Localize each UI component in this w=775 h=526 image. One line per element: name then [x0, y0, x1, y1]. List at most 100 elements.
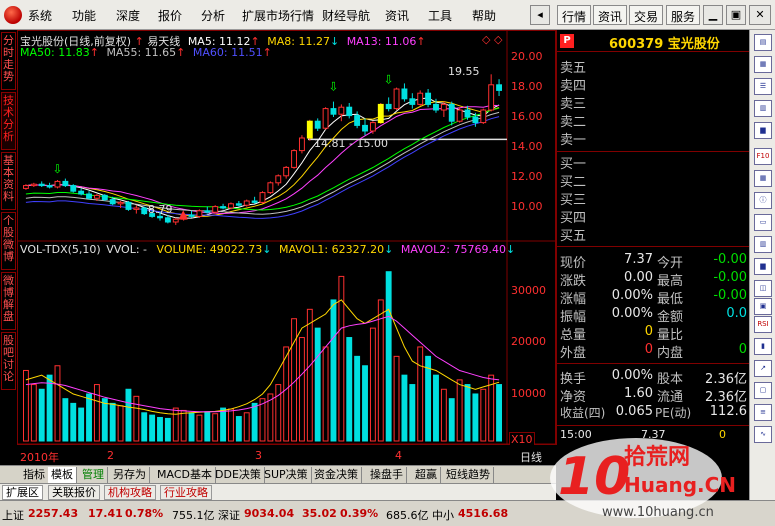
tab-save-as[interactable]: 另存为 [110, 467, 150, 483]
btn-trade[interactable]: 交易 [629, 5, 664, 25]
stat-label: 流通 [657, 390, 684, 405]
tab-indicator[interactable]: 指标 [20, 467, 49, 483]
info-icon[interactable]: ⓘ [754, 192, 772, 209]
menu-depth[interactable]: 深度 [116, 7, 140, 24]
columns-icon[interactable]: ▥ [754, 236, 772, 253]
candle-body [164, 217, 171, 223]
list-icon[interactable]: ☰ [754, 78, 772, 95]
tab-forum[interactable]: 股吧讨论 [1, 332, 16, 390]
stat-value: 0.065 [615, 404, 653, 419]
menu-icon[interactable]: ≡ [754, 404, 772, 421]
box-icon[interactable]: ▢ [754, 382, 772, 399]
stat-label: 量比 [657, 328, 684, 343]
stat-value: 1.60 [624, 386, 653, 401]
scroll-left-icon[interactable]: ◂ [530, 5, 550, 25]
tab-fundamentals[interactable]: 基本资料 [1, 152, 16, 210]
candle-icon[interactable]: ▮ [754, 338, 772, 355]
menu-system[interactable]: 系统 [28, 7, 52, 24]
x-label-month: 2 [107, 449, 114, 462]
kline-chart-panel[interactable]: 宝光股份(日线,前复权) ↑ 易天线 MA5: 11.12↑ MA8: 11.2… [17, 30, 556, 447]
close-icon[interactable]: ✕ [749, 5, 771, 25]
low-price-label: 8.79 [148, 203, 173, 216]
candle-body [220, 206, 227, 209]
tab-dde[interactable]: DDE决策 [212, 467, 265, 483]
ask-row: 卖五 [560, 61, 587, 76]
grid-icon[interactable]: ▦ [754, 56, 772, 73]
menu-quote[interactable]: 报价 [158, 7, 182, 24]
tab-related-quote[interactable]: 关联报价 [48, 485, 100, 500]
tab-weibo-analysis[interactable]: 微博解盘 [1, 272, 16, 330]
volume-bar [54, 365, 61, 442]
tab-stock-weibo[interactable]: 个股微博 [1, 212, 16, 270]
candle-body [133, 207, 140, 210]
tab-intraday[interactable]: 分时走势 [1, 32, 16, 90]
volume-bar [322, 346, 329, 442]
volume-bar [220, 407, 227, 442]
tab-industry-strategy[interactable]: 行业攻略 [160, 485, 212, 500]
tab-short-trend[interactable]: 短线趋势 [443, 467, 494, 483]
tab-capital[interactable]: 资金决策 [311, 467, 362, 483]
volume-bar [496, 384, 503, 442]
sz-label: 深证 [218, 509, 240, 522]
f10-icon[interactable]: F10 [754, 148, 772, 165]
volume-bar [70, 402, 77, 442]
btn-news[interactable]: 资讯 [593, 5, 628, 25]
candle-body [488, 84, 495, 111]
sz-change: 35.02 [302, 507, 337, 520]
tab-institution-strategy[interactable]: 机构攻略 [104, 485, 156, 500]
tab-chaoying[interactable]: 超赢 [412, 467, 441, 483]
stat-label: 总量 [560, 328, 587, 343]
tab-sup[interactable]: SUP决策 [261, 467, 312, 483]
volume-bar [157, 416, 163, 442]
minimize-icon[interactable]: ▁ [703, 5, 723, 25]
maximize-icon[interactable]: ▣ [726, 5, 746, 25]
candle-body [464, 109, 471, 118]
volume-bar [133, 395, 140, 442]
window-icon[interactable]: ▭ [754, 214, 772, 231]
menu-tools[interactable]: 工具 [428, 7, 452, 24]
bid-row: 买四 [560, 211, 587, 226]
volume-bar [417, 346, 424, 442]
tab-template[interactable]: 模板 [48, 467, 77, 483]
volume-bar [456, 379, 463, 442]
tab-extension[interactable]: 扩展区 [2, 485, 43, 500]
menu-finance-nav[interactable]: 财经导航 [322, 7, 370, 24]
trend-icon[interactable]: ↗ [754, 360, 772, 377]
period-label[interactable]: 日线 [520, 449, 542, 465]
menu-help[interactable]: 帮助 [472, 7, 496, 24]
candle-body [93, 194, 100, 199]
volume-bar [369, 327, 376, 442]
volume-bar [401, 374, 408, 442]
stat-value: -0.00 [713, 288, 747, 303]
menu-extended-market[interactable]: 扩展市场行情 [242, 7, 314, 24]
rsi-icon[interactable]: RSI [754, 316, 772, 333]
volume-bar [464, 384, 471, 442]
ask-row: 卖三 [560, 97, 587, 112]
dock-icon[interactable]: ▤ [754, 34, 772, 51]
stock-code-name: 600379 宝光股份 [609, 37, 720, 52]
btn-service[interactable]: 服务 [666, 5, 701, 25]
candle-body [251, 200, 258, 203]
split-icon[interactable]: ◫ [754, 280, 772, 297]
menu-analysis[interactable]: 分析 [201, 7, 225, 24]
btn-quote[interactable]: 行情 [557, 5, 592, 25]
menu-function[interactable]: 功能 [72, 7, 96, 24]
bar-chart-icon[interactable]: ▆ [754, 122, 772, 139]
bars-icon[interactable]: ▆ [754, 258, 772, 275]
candle-body [212, 206, 219, 213]
tab-macd[interactable]: MACD基本 [154, 467, 216, 483]
ask-row: 卖二 [560, 115, 587, 130]
tab-manage[interactable]: 管理 [79, 467, 108, 483]
layout-icon[interactable]: ▣ [754, 298, 772, 315]
table-icon[interactable]: ▦ [754, 170, 772, 187]
sh-change: 17.41 [88, 507, 123, 520]
stat-label: 现价 [560, 256, 587, 271]
tab-trader[interactable]: 操盘手 [367, 467, 407, 483]
tab-technical[interactable]: 技术分析 [1, 92, 16, 150]
menu-bar: 系统 功能 深度 报价 分析 扩展市场行情 财经导航 资讯 工具 帮助 ◂ 行情… [0, 0, 775, 30]
bid-row: 买一 [560, 157, 587, 172]
menu-news[interactable]: 资讯 [385, 7, 409, 24]
chart-icon[interactable]: ▥ [754, 100, 772, 117]
candle-body [409, 98, 416, 105]
stat-value: 0.00% [611, 368, 653, 383]
